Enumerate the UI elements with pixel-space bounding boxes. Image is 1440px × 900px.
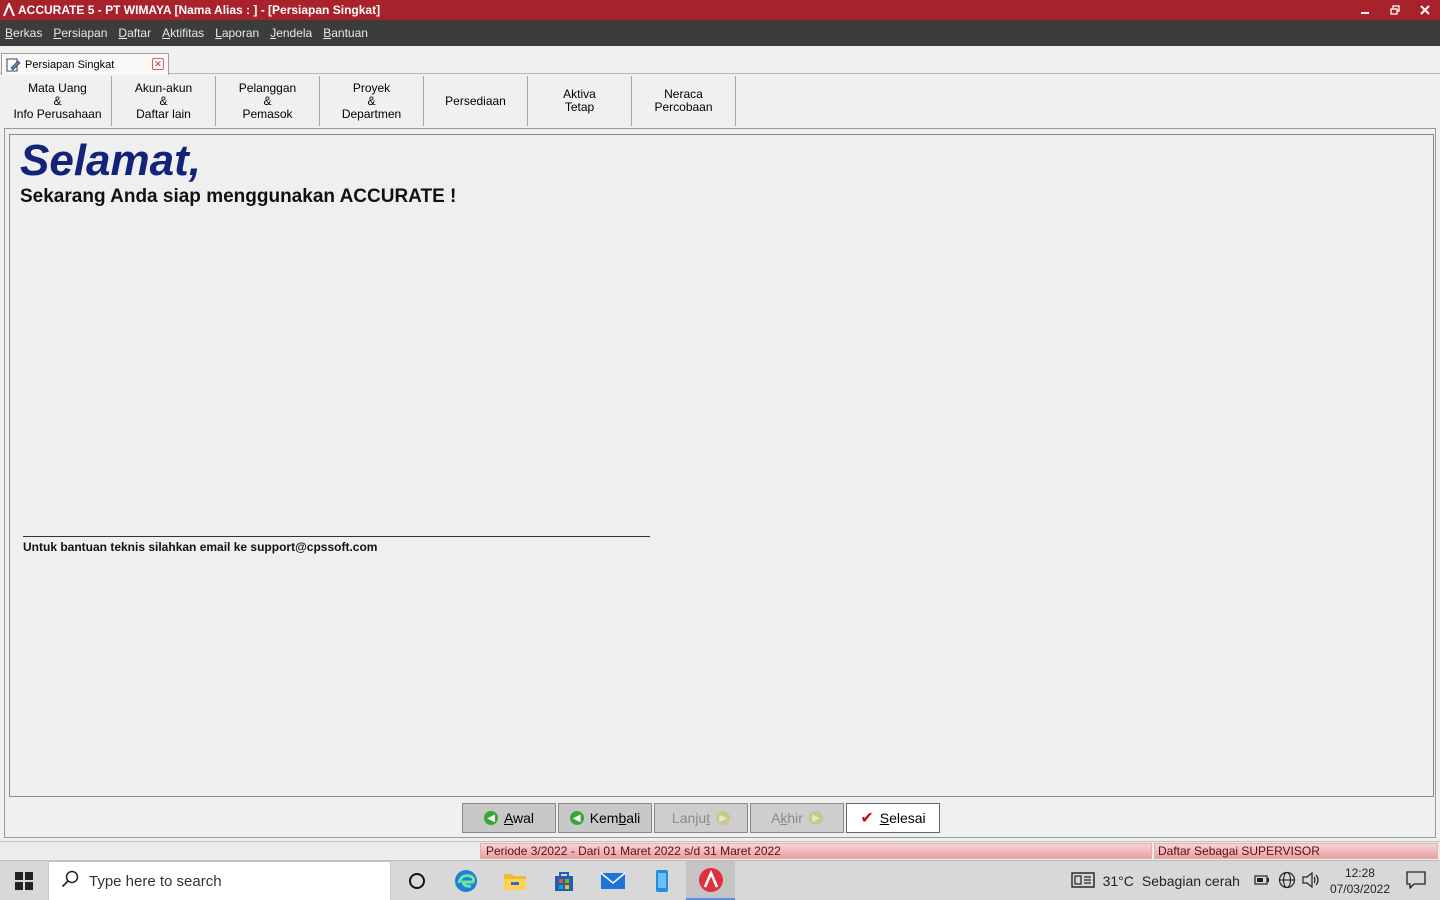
lanjut-pre: Lanju (671, 810, 707, 826)
arrow-left-icon: ◀ (483, 811, 498, 825)
tab-label: Persiapan Singkat (25, 58, 115, 71)
arrow-left-icon: ◀ (569, 811, 584, 825)
store-icon[interactable] (539, 861, 588, 900)
edit-document-icon (5, 57, 21, 73)
notification-icon[interactable] (1406, 870, 1426, 892)
step-neraca-percobaan[interactable]: Neraca Percobaan (632, 76, 736, 126)
kembali-button[interactable]: ◀ Kembali (558, 803, 652, 833)
step-persediaan[interactable]: Persediaan (424, 76, 528, 126)
kembali-label: Kembali (590, 810, 641, 826)
menu-aktifitas-label: ktifitas (170, 26, 205, 40)
taskbar-search-input[interactable]: Type here to search (48, 861, 391, 900)
akhir-pre: A (771, 810, 781, 826)
mail-icon[interactable] (588, 861, 637, 900)
menu-daftar-accel: D (118, 26, 128, 40)
system-tray: 31°C Sebagian cerah 12:28 07/03/2022 (1070, 861, 1440, 900)
step-proyek[interactable]: Proyek & Departmen (320, 76, 424, 126)
accurate-logo-icon (2, 3, 16, 17)
menu-berkas-accel: B (5, 26, 14, 40)
divider (23, 536, 650, 537)
status-bar: Periode 3/2022 - Dari 01 Maret 2022 s/d … (0, 841, 1440, 859)
checkmark-icon: ✔ (860, 810, 874, 827)
menu-berkas[interactable]: Berkas (5, 26, 42, 40)
menu-persiapan-label: ersiapan (61, 26, 108, 40)
clock-date: 07/03/2022 (1329, 882, 1390, 896)
menu-bar: Berkas Persiapan Daftar Aktifitas Lapora… (0, 20, 1440, 46)
step-mata-uang[interactable]: Mata Uang & Info Perusahaan (4, 76, 112, 126)
lanjut-accel: t (706, 810, 711, 826)
menu-aktifitas[interactable]: Aktifitas (162, 26, 204, 40)
menu-jendela-label: endela (276, 26, 313, 40)
menu-laporan-label: aporan (221, 26, 260, 40)
window-title: ACCURATE 5 - PT WIMAYA [Nama Alias : ] -… (18, 3, 381, 17)
status-periode: Periode 3/2022 - Dari 01 Maret 2022 s/d … (480, 843, 1152, 859)
menu-bantuan[interactable]: Bantuan (323, 26, 368, 40)
akhir-button[interactable]: Akhir ▶ (750, 803, 844, 833)
greeting-subtitle: Sekarang Anda siap menggunakan ACCURATE … (20, 186, 457, 207)
greeting-title: Selamat, (20, 136, 201, 185)
battery-icon[interactable] (1254, 873, 1270, 889)
tab-persiapan-singkat[interactable]: Persiapan Singkat ✕ (1, 53, 169, 75)
menu-bantuan-label: antuan (331, 26, 368, 40)
arrow-right-icon: ▶ (808, 811, 823, 825)
awal-button[interactable]: ◀ Awal (462, 803, 556, 833)
menu-daftar-label: aftar (127, 26, 152, 40)
file-explorer-icon[interactable] (490, 861, 539, 900)
menu-persiapan[interactable]: Persiapan (53, 26, 107, 40)
menu-laporan[interactable]: Laporan (215, 26, 259, 40)
clock-time: 12:28 (1344, 866, 1375, 880)
windows-start-icon[interactable] (0, 861, 48, 900)
close-tab-icon[interactable]: ✕ (152, 58, 164, 70)
step-aktiva-tetap[interactable]: Aktiva Tetap (528, 76, 632, 126)
akhir-label: Akhir (771, 810, 803, 826)
selesai-accel: S (879, 810, 890, 826)
arrow-right-icon: ▶ (716, 811, 731, 825)
menu-aktifitas-accel: A (162, 26, 171, 40)
awal-rest: wal (513, 810, 535, 826)
akhir-rest: hir (787, 810, 803, 826)
document-tab-strip: Persiapan Singkat ✕ (0, 46, 1440, 75)
menu-laporan-accel: L (215, 26, 222, 40)
close-icon[interactable] (1418, 3, 1432, 17)
lanjut-label: Lanjut (672, 810, 710, 826)
lanjut-button[interactable]: Lanjut ▶ (654, 803, 748, 833)
taskbar-apps (392, 861, 735, 900)
awal-label: Awal (504, 810, 534, 826)
support-text: Untuk bantuan teknis silahkan email ke s… (23, 540, 378, 554)
kembali-rest: ali (626, 810, 641, 826)
kembali-pre: Kem (589, 810, 619, 826)
step-pelanggan[interactable]: Pelanggan & Pemasok (216, 76, 320, 126)
step-akun-akun[interactable]: Akun-akun & Daftar lain (112, 76, 216, 126)
wizard-nav: ◀ Awal ◀ Kembali Lanjut ▶ Akhir ▶ ✔ Sele… (462, 803, 940, 833)
selesai-rest: elesai (889, 810, 926, 826)
weather-desc[interactable]: Sebagian cerah (1142, 873, 1240, 889)
clock[interactable]: 12:28 07/03/2022 (1330, 865, 1390, 897)
menu-daftar[interactable]: Daftar (118, 26, 151, 40)
selesai-label: Selesai (880, 810, 926, 826)
title-bar: ACCURATE 5 - PT WIMAYA [Nama Alias : ] -… (0, 0, 1440, 20)
taskbar: Type here to search 31°C Sebagian cerah (0, 860, 1440, 900)
status-user: Daftar Sebagai SUPERVISOR (1154, 843, 1438, 859)
restore-icon[interactable] (1388, 3, 1402, 17)
accurate-icon[interactable] (686, 861, 735, 900)
selesai-button[interactable]: ✔ Selesai (846, 803, 940, 833)
wizard-content: Selamat, Sekarang Anda siap menggunakan … (9, 134, 1434, 797)
network-icon[interactable] (1278, 871, 1296, 892)
minimize-icon[interactable] (1358, 3, 1372, 17)
search-placeholder: Type here to search (89, 872, 222, 890)
weather-temp[interactable]: 31°C (1103, 873, 1134, 889)
awal-accel: A (503, 810, 514, 826)
phone-link-icon[interactable] (637, 861, 686, 900)
window-controls (1358, 0, 1432, 20)
volume-icon[interactable] (1302, 871, 1320, 891)
cortana-icon[interactable] (392, 861, 441, 900)
edge-icon[interactable] (441, 861, 490, 900)
news-widget-icon[interactable] (1070, 871, 1095, 891)
search-icon (61, 870, 79, 892)
menu-berkas-label: erkas (13, 26, 43, 40)
menu-jendela[interactable]: Jendela (270, 26, 312, 40)
wizard-steps: Mata Uang & Info Perusahaan Akun-akun & … (4, 76, 736, 126)
